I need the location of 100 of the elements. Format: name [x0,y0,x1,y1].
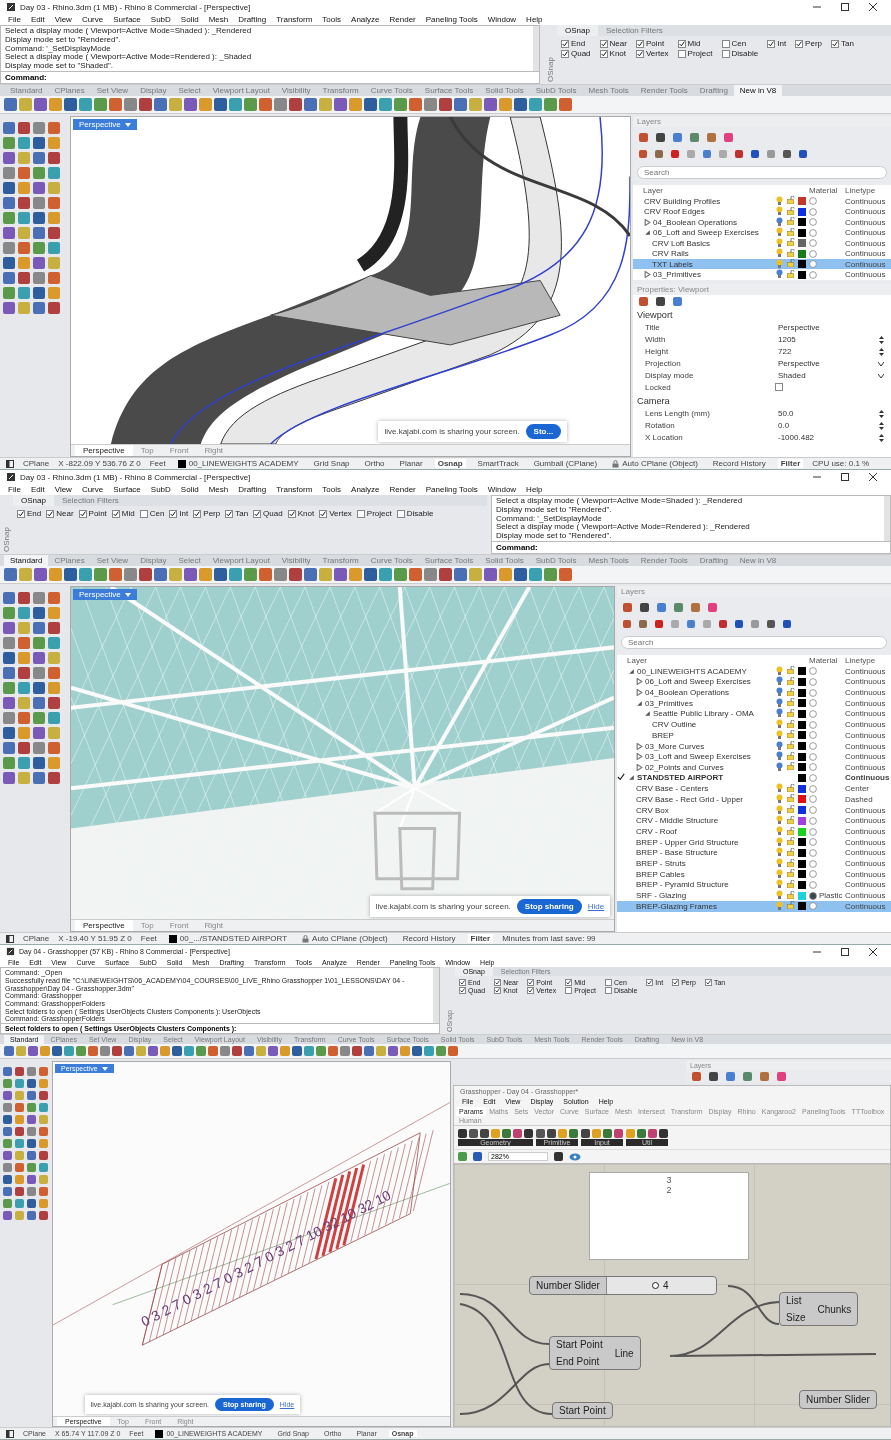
layer-name[interactable]: BREP [627,730,776,740]
bulb-icon[interactable] [776,793,783,803]
toolbar-icon[interactable] [34,98,47,111]
menu-item[interactable]: File [4,484,25,495]
menu-item[interactable]: View [50,484,76,495]
panel-tab[interactable]: Selection Filters [597,25,671,36]
layer-name[interactable]: 03_More Curves [627,741,776,751]
tool-icon[interactable] [3,212,15,224]
bulb-icon[interactable] [776,708,783,718]
menu-item[interactable]: Analyze [347,484,384,495]
toolbar-tab[interactable]: Surface Tools [418,555,480,566]
number-field[interactable]: 722 [775,346,887,357]
checkbox[interactable] [46,509,55,518]
toolbar-icon[interactable] [139,98,152,111]
dropdown-field[interactable]: Perspective [775,358,887,369]
material-circle-icon[interactable] [809,891,817,900]
menu-item[interactable]: Render [385,484,420,495]
viewport-tab[interactable]: Perspective [75,920,133,931]
menu-item[interactable]: Curve [77,14,108,25]
menu-item[interactable]: Drafting [234,484,271,495]
checkbox[interactable] [561,49,569,58]
bulb-icon[interactable] [776,216,783,226]
toolbar-icon[interactable] [244,568,257,581]
panel-toggle-icon[interactable] [6,934,14,943]
checkbox[interactable] [775,382,783,391]
checkbox[interactable] [795,39,804,48]
checkbox[interactable] [527,987,535,994]
toolbar-icon[interactable] [514,98,527,111]
layer-color-swatch[interactable] [798,228,806,237]
tool-icon[interactable] [33,257,45,269]
layer-color-swatch[interactable] [798,870,806,879]
lock-icon[interactable] [787,196,795,204]
tool-icon[interactable] [33,197,45,209]
collapsed-arrow-icon[interactable] [636,678,643,686]
menu-item[interactable]: Solid [176,14,203,25]
status-toggle[interactable]: Record History [709,459,769,468]
tool-icon[interactable] [48,272,60,284]
layer-color-swatch[interactable] [798,720,806,729]
checkbox[interactable] [677,49,686,58]
checkbox[interactable] [635,39,644,48]
tool-icon[interactable] [18,257,30,269]
number-slider-component[interactable]: Number Slider 4 [529,1276,717,1295]
toolbar-icon[interactable] [49,98,62,111]
layer-name[interactable]: 03_Loft and Sweep Exercises [627,752,776,762]
tool-icon[interactable] [3,652,15,664]
tool-icon[interactable] [48,667,60,679]
menu-item[interactable]: Window [483,484,521,495]
tool-icon[interactable] [18,592,30,604]
toolbar-icon[interactable] [424,98,437,111]
checkbox[interactable] [599,39,608,48]
toolbar-icon[interactable] [514,568,527,581]
bulb-icon[interactable] [776,719,783,729]
checkbox[interactable] [677,39,686,48]
menu-item[interactable]: Edit [26,14,49,25]
toolbar-icon[interactable] [4,568,17,581]
bulb-icon[interactable] [776,890,783,900]
tool-icon[interactable] [18,197,30,209]
menu-item[interactable]: Edit [26,484,49,495]
toolbar-tab[interactable]: New in V8 [733,85,783,96]
checkbox[interactable] [565,987,573,994]
checkbox[interactable] [287,509,296,518]
menu-item[interactable]: Surface [109,14,145,25]
checkbox[interactable] [17,509,25,518]
layer-name[interactable]: 04_Boolean Operations [627,688,776,698]
tool-icon[interactable] [48,137,60,149]
bulb-icon[interactable] [776,227,783,236]
bulb-icon[interactable] [776,687,783,697]
tool-icon[interactable] [48,622,60,634]
tool-icon[interactable] [33,227,45,239]
menu-item[interactable]: SubD [146,484,175,495]
toolbar-icon[interactable] [559,98,572,111]
open-file-icon[interactable] [458,1152,467,1161]
tool-icon[interactable] [18,637,30,649]
panel-component[interactable]: 3 2 [589,1172,749,1260]
bulb-icon[interactable] [776,804,783,814]
tool-icon[interactable] [33,622,45,634]
checkbox[interactable] [704,979,712,986]
panel-toggle-icon[interactable] [6,1429,14,1438]
spinner-arrows-icon[interactable] [879,347,884,356]
layer-name[interactable]: 03_Primitives [627,698,776,708]
tool-icon[interactable] [3,742,15,754]
toolbar-icon[interactable] [349,98,362,111]
toolbar-tab[interactable]: Solid Tools [479,555,530,566]
toolbar-icon[interactable] [334,98,347,111]
tool-icon[interactable] [3,137,15,149]
menu-item[interactable]: Surface [109,484,145,495]
tool-icon[interactable] [3,772,15,784]
layer-color-swatch[interactable] [798,709,806,718]
layer-name[interactable]: BREP - Base Structure [627,848,776,858]
expanded-arrow-icon[interactable] [628,667,635,675]
column-header[interactable]: Material [809,655,845,665]
layer-color-swatch[interactable] [798,827,806,836]
spinner-arrows-icon[interactable] [879,409,884,418]
number-field[interactable]: 50.0 [775,408,887,419]
tool-icon[interactable] [18,137,30,149]
checkbox[interactable] [721,39,730,48]
toolbar-icon[interactable] [499,568,512,581]
tool-icon[interactable] [33,757,45,769]
layer-color-swatch[interactable] [798,859,806,868]
tool-icon[interactable] [18,697,30,709]
